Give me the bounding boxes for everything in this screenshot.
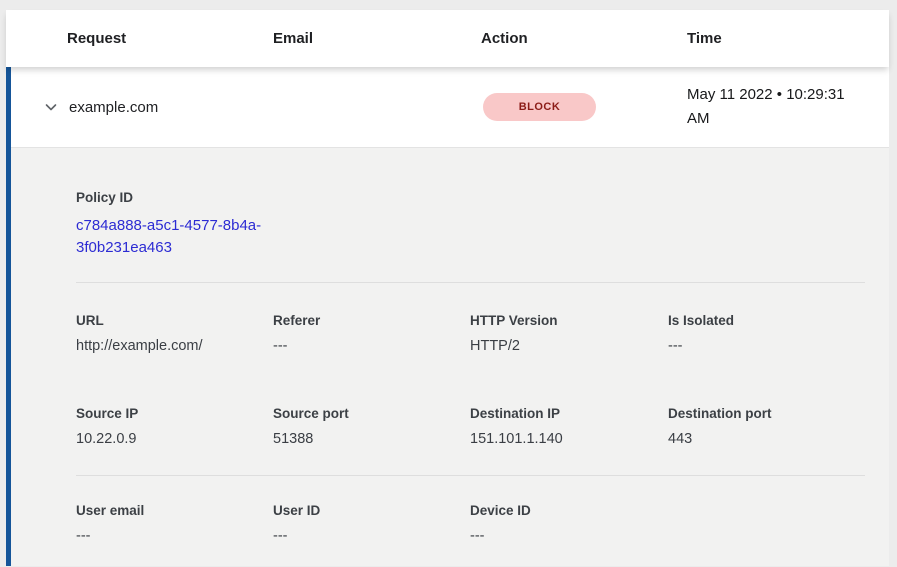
field-value: --- [470, 528, 668, 544]
field-value: --- [273, 338, 470, 354]
field-device-id: Device ID --- [470, 503, 668, 544]
field-label: Destination port [668, 406, 865, 421]
field-label: URL [76, 313, 273, 328]
policy-id-link[interactable]: c784a888-a5c1-4577-8b4a-3f0b231ea463 [76, 215, 276, 259]
field-value: 10.22.0.9 [76, 431, 273, 447]
field-value: --- [668, 338, 865, 354]
fields-row: URL http://example.com/ Referer --- HTTP… [76, 313, 865, 354]
chevron-down-icon [43, 99, 59, 115]
field-label: Destination IP [470, 406, 668, 421]
field-label: Source port [273, 406, 470, 421]
field-value: HTTP/2 [470, 338, 668, 354]
column-header-request: Request [67, 30, 273, 47]
fields-row: User email --- User ID --- Device ID --- [76, 503, 865, 544]
field-label: Device ID [470, 503, 668, 518]
field-destination-port: Destination port 443 [668, 406, 865, 447]
row-action-cell: BLOCK [481, 93, 687, 121]
column-header-action: Action [481, 30, 687, 47]
column-header-email: Email [273, 30, 481, 47]
field-value: 151.101.1.140 [470, 431, 668, 447]
field-value: --- [273, 528, 470, 544]
table-header: Request Email Action Time [6, 10, 889, 67]
user-details-section: User email --- User ID --- Device ID --- [76, 476, 865, 544]
fields-row: Source IP 10.22.0.9 Source port 51388 De… [76, 406, 865, 447]
field-url: URL http://example.com/ [76, 313, 273, 354]
field-value: http://example.com/ [76, 338, 273, 354]
field-is-isolated: Is Isolated --- [668, 313, 865, 354]
field-value: 443 [668, 431, 865, 447]
field-label: HTTP Version [470, 313, 668, 328]
field-source-ip: Source IP 10.22.0.9 [76, 406, 273, 447]
field-label: User email [76, 503, 273, 518]
log-row[interactable]: example.com BLOCK May 11 2022 • 10:29:31… [11, 67, 889, 148]
field-value: --- [76, 528, 273, 544]
field-label: Is Isolated [668, 313, 865, 328]
policy-id-label: Policy ID [76, 190, 865, 205]
field-referer: Referer --- [273, 313, 470, 354]
field-http-version: HTTP Version HTTP/2 [470, 313, 668, 354]
row-details-panel: Policy ID c784a888-a5c1-4577-8b4a-3f0b23… [11, 148, 889, 566]
expanded-row-group: example.com BLOCK May 11 2022 • 10:29:31… [6, 67, 889, 566]
log-viewer: Request Email Action Time example.com BL… [0, 0, 897, 566]
field-empty [668, 503, 865, 544]
field-source-port: Source port 51388 [273, 406, 470, 447]
request-details-section: URL http://example.com/ Referer --- HTTP… [76, 283, 865, 476]
field-label: Referer [273, 313, 470, 328]
status-badge-block: BLOCK [483, 93, 596, 121]
field-label: Source IP [76, 406, 273, 421]
row-request-value: example.com [69, 99, 273, 116]
collapse-row-button[interactable] [42, 98, 60, 116]
field-user-id: User ID --- [273, 503, 470, 544]
field-value: 51388 [273, 431, 470, 447]
field-label: User ID [273, 503, 470, 518]
row-time-value: May 11 2022 • 10:29:31 AM [687, 83, 863, 131]
field-destination-ip: Destination IP 151.101.1.140 [470, 406, 668, 447]
field-user-email: User email --- [76, 503, 273, 544]
policy-id-section: Policy ID c784a888-a5c1-4577-8b4a-3f0b23… [76, 190, 865, 283]
column-header-time: Time [687, 30, 889, 47]
